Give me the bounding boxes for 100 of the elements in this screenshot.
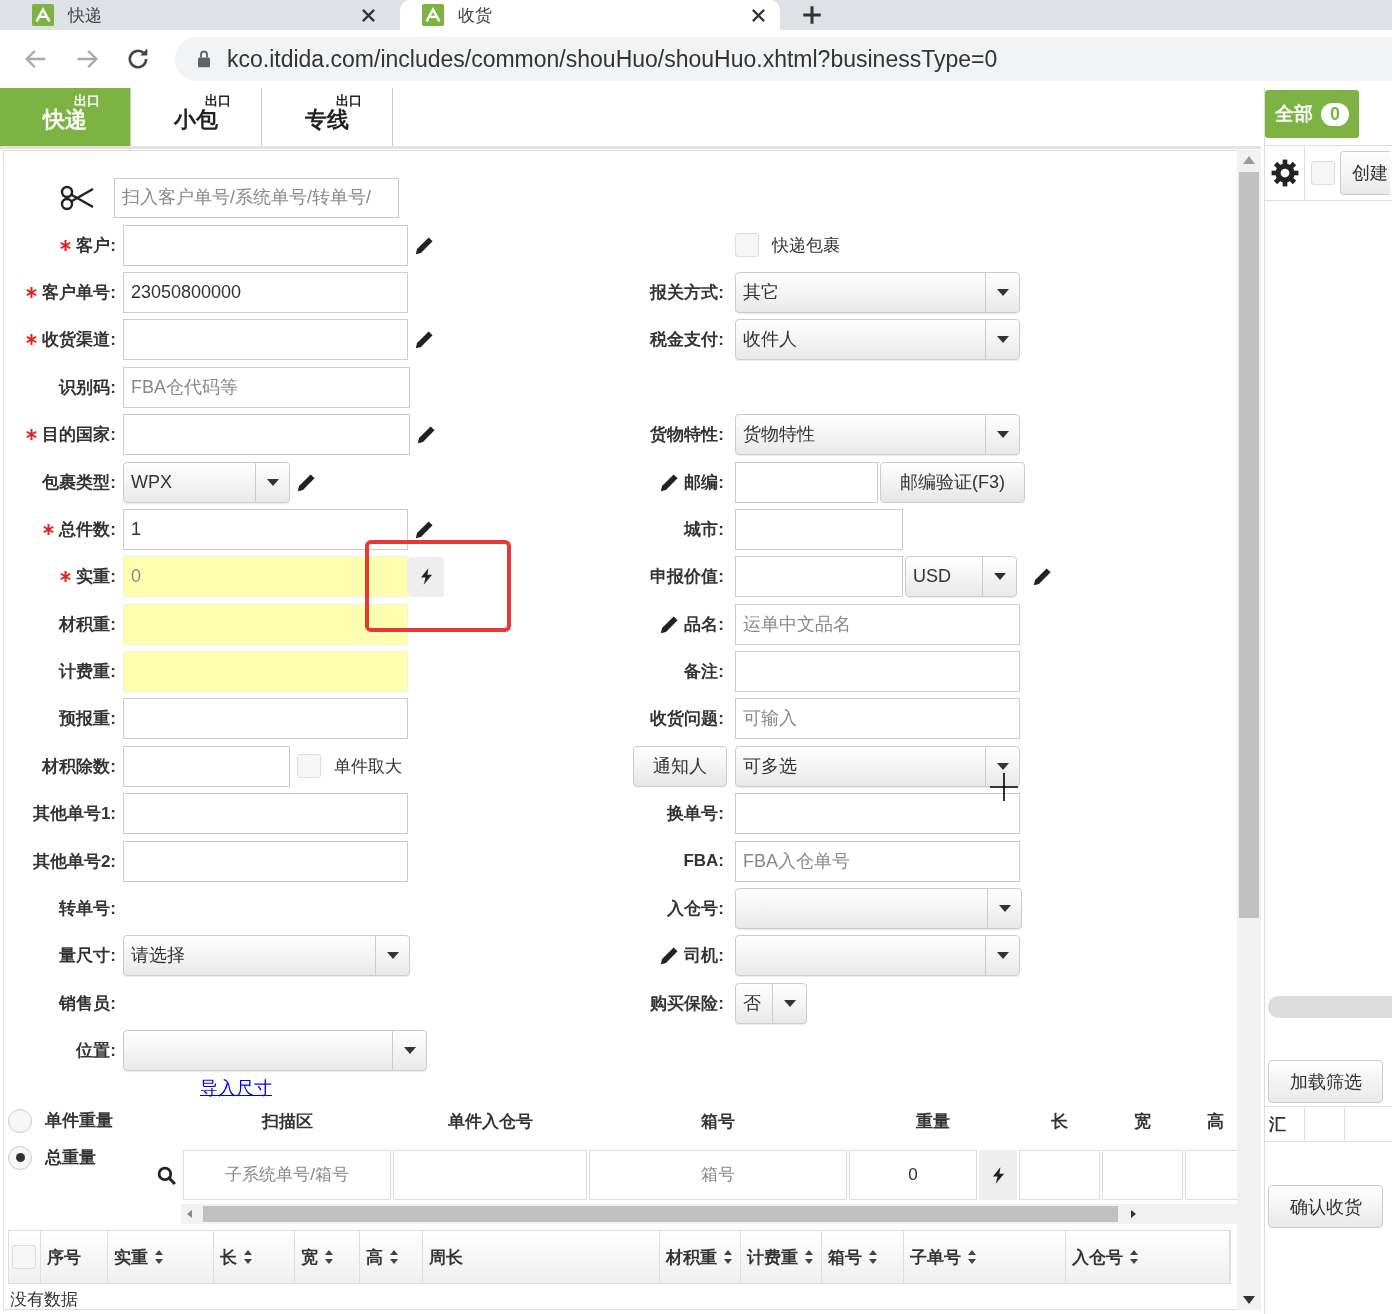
text-field[interactable]: [123, 793, 408, 835]
create-button[interactable]: 创建: [1340, 151, 1391, 195]
caret-icon: [996, 952, 1009, 960]
browser-tab[interactable]: 快递: [10, 0, 390, 30]
column-header[interactable]: 周长: [422, 1231, 661, 1284]
checkbox-label: 单件取大: [334, 755, 402, 778]
table-input[interactable]: [1102, 1150, 1183, 1201]
currency-select[interactable]: USD: [905, 556, 1017, 598]
select-field[interactable]: 货物特性: [735, 414, 1020, 456]
scroll-up-icon[interactable]: [1243, 156, 1255, 164]
table-input[interactable]: 子系统单号/箱号: [183, 1150, 391, 1201]
pencil-icon[interactable]: [415, 235, 434, 255]
column-header[interactable]: 宽: [294, 1231, 360, 1284]
radio-button[interactable]: [8, 1108, 32, 1133]
text-field[interactable]: [123, 840, 408, 882]
text-field[interactable]: 23050800000: [123, 271, 408, 313]
pencil-icon[interactable]: [297, 472, 316, 492]
pencil-icon[interactable]: [660, 614, 680, 634]
field-label: 实重:: [76, 566, 116, 589]
verify-button[interactable]: 邮编验证(F3): [880, 461, 1025, 503]
radio-button[interactable]: [8, 1145, 32, 1170]
module-tab[interactable]: 出口 小包: [131, 88, 262, 146]
column-header: 箱号: [700, 1110, 736, 1133]
quick-fill-button[interactable]: [408, 556, 444, 597]
field-label: 识别码:: [59, 376, 116, 399]
field-label: 销售员:: [59, 992, 116, 1015]
text-field[interactable]: 可输入: [735, 698, 1020, 740]
select-field[interactable]: WPX: [123, 461, 290, 503]
select-field[interactable]: 收件人: [735, 319, 1020, 361]
scrollbar[interactable]: [1268, 996, 1392, 1018]
pencil-icon[interactable]: [660, 472, 680, 492]
scroll-left-icon[interactable]: [185, 1209, 195, 1220]
close-icon[interactable]: [751, 7, 766, 23]
text-field[interactable]: [735, 556, 903, 598]
text-field[interactable]: [735, 461, 878, 503]
browser-tab[interactable]: 收货: [400, 0, 780, 30]
column-header[interactable]: 长: [213, 1231, 295, 1284]
column-header[interactable]: 实重: [107, 1231, 214, 1284]
table-input[interactable]: 0: [849, 1150, 977, 1201]
column-header[interactable]: 序号: [40, 1231, 108, 1284]
text-field[interactable]: [735, 651, 1020, 693]
table-input[interactable]: [1019, 1150, 1100, 1201]
select-field[interactable]: [735, 935, 1020, 977]
column-header: 重量: [915, 1110, 951, 1133]
text-field[interactable]: [123, 319, 408, 361]
text-field[interactable]: FBA入仓单号: [735, 840, 1020, 882]
column-header[interactable]: 子单号: [904, 1231, 1067, 1284]
text-field[interactable]: [123, 745, 290, 787]
filter-button[interactable]: 加载筛选: [1268, 1060, 1384, 1103]
table-input[interactable]: 箱号: [589, 1150, 847, 1201]
column-header[interactable]: 高: [359, 1231, 423, 1284]
notify-button[interactable]: 通知人: [633, 745, 727, 787]
text-field[interactable]: 运单中文品名: [735, 603, 1020, 645]
text-field[interactable]: [735, 793, 1020, 835]
address-bar[interactable]: kco.itdida.com/includes/common/shouHuo/shouHuo.xhtml?businessType=0: [175, 37, 1392, 81]
search-icon[interactable]: [156, 1165, 176, 1185]
field-label: 司机:: [684, 945, 724, 968]
text-field[interactable]: [123, 414, 410, 456]
pencil-icon[interactable]: [417, 425, 436, 445]
column-header: 单件入仓号: [446, 1110, 534, 1133]
column-header[interactable]: 材积重: [660, 1231, 742, 1284]
scroll-thumb[interactable]: [1239, 172, 1259, 918]
select-field[interactable]: 可多选: [735, 745, 1020, 787]
select-field[interactable]: 否: [735, 982, 807, 1024]
checkbox[interactable]: [297, 754, 321, 779]
checkbox[interactable]: [1310, 161, 1335, 185]
plus-icon[interactable]: [802, 5, 822, 25]
checkbox[interactable]: [12, 1245, 37, 1270]
select-field[interactable]: [735, 888, 1022, 930]
horizontal-scrollbar[interactable]: [181, 1204, 1237, 1225]
settings-icon[interactable]: [1270, 159, 1299, 187]
module-tab[interactable]: 出口 专线: [262, 88, 393, 146]
pencil-icon[interactable]: [415, 330, 434, 350]
logo-icon: [422, 4, 444, 26]
text-field[interactable]: [123, 698, 408, 740]
pencil-icon[interactable]: [415, 519, 434, 539]
text-field[interactable]: [735, 508, 903, 550]
quick-fill-button[interactable]: [979, 1150, 1017, 1201]
table-input[interactable]: [393, 1150, 587, 1201]
text-field[interactable]: 1: [123, 508, 408, 550]
select-field[interactable]: [123, 1030, 427, 1072]
select-field[interactable]: 其它: [735, 271, 1020, 313]
table-input[interactable]: [1185, 1150, 1237, 1201]
column-header[interactable]: 入仓号: [1066, 1231, 1230, 1284]
close-icon[interactable]: [361, 7, 376, 23]
text-field[interactable]: 扫入客户单号/系统单号/转单号/: [114, 177, 399, 218]
caret-icon: [996, 288, 1009, 296]
pencil-icon[interactable]: [1033, 567, 1052, 587]
column-header[interactable]: 箱号: [822, 1231, 905, 1284]
text-field[interactable]: [123, 224, 408, 266]
select-field[interactable]: 请选择: [123, 935, 410, 977]
column-header[interactable]: 计费重: [741, 1231, 823, 1284]
checkbox[interactable]: [735, 233, 759, 258]
pencil-icon[interactable]: [660, 946, 680, 966]
confirm-button[interactable]: 确认收货: [1268, 1185, 1384, 1228]
import-size-link[interactable]: 导入尺寸: [200, 1076, 272, 1101]
scroll-down-icon[interactable]: [1243, 1296, 1255, 1304]
scroll-thumb[interactable]: [203, 1206, 1118, 1223]
scroll-right-icon[interactable]: [1128, 1209, 1138, 1220]
text-field[interactable]: FBA仓代码等: [123, 366, 410, 408]
